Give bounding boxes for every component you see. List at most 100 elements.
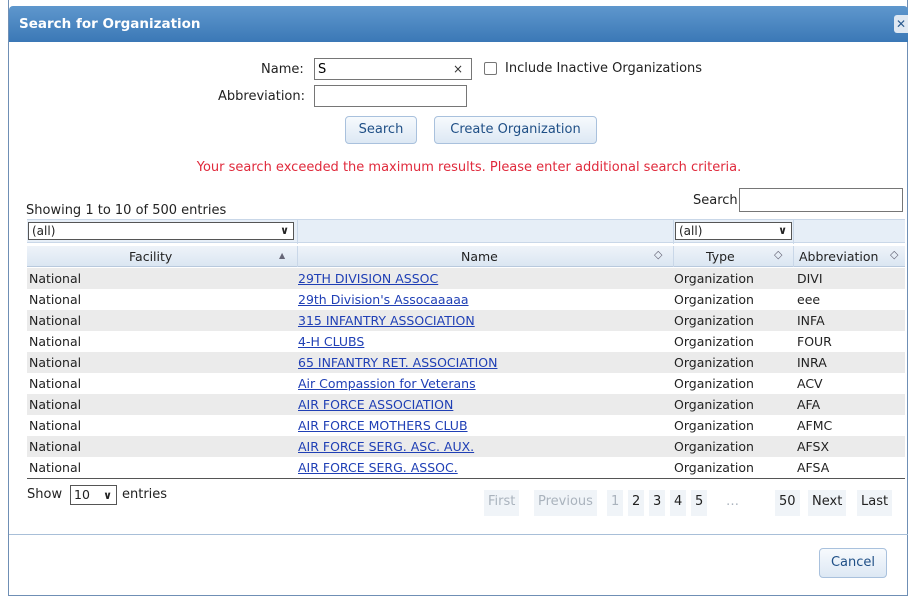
abbreviation-cell: FOUR <box>797 334 832 349</box>
type-cell: Organization <box>674 376 754 391</box>
search-organization-dialog: Search for Organization ✕ Name: × Includ… <box>8 0 908 596</box>
cancel-button[interactable]: Cancel <box>819 548 887 578</box>
table-row: National AIR FORCE SERG. ASSOC. Organizati… <box>27 457 905 478</box>
facility-cell: National <box>29 355 82 370</box>
name-label: Name: <box>261 62 304 77</box>
error-message: Your search exceeded the maximum results… <box>196 160 742 175</box>
column-header-facility[interactable]: Facility <box>129 249 172 264</box>
sort-both-icon[interactable]: ◇ <box>890 248 898 261</box>
organization-name-link[interactable]: 29TH DIVISION ASSOC <box>298 271 438 286</box>
column-header-abbreviation[interactable]: Abbreviation <box>799 249 878 264</box>
first-page-button[interactable]: First <box>484 490 520 516</box>
filter-divider <box>793 220 794 244</box>
filter-row: (all) ∨ (all) ∨ <box>27 219 905 244</box>
organization-name-link[interactable]: AIR FORCE MOTHERS CLUB <box>298 418 468 433</box>
previous-page-button[interactable]: Previous <box>534 490 597 516</box>
facility-cell: National <box>29 418 82 433</box>
page-button-1[interactable]: 1 <box>607 490 624 516</box>
facility-cell: National <box>29 397 82 412</box>
facility-filter-select[interactable]: (all) ∨ <box>28 222 294 240</box>
type-filter-value: (all) <box>679 224 703 238</box>
last-page-button[interactable]: Last <box>857 490 893 516</box>
header-divider <box>673 246 674 267</box>
type-cell: Organization <box>674 355 754 370</box>
facility-cell: National <box>29 376 82 391</box>
type-cell: Organization <box>674 334 754 349</box>
abbreviation-cell: AFA <box>797 397 821 412</box>
page-button-50[interactable]: 50 <box>775 490 800 516</box>
organization-name-link[interactable]: 315 INFANTRY ASSOCIATION <box>298 313 475 328</box>
include-inactive-checkbox[interactable] <box>484 62 497 75</box>
close-icon[interactable]: ✕ <box>894 15 908 33</box>
page-button-2[interactable]: 2 <box>628 490 645 516</box>
organization-name-link[interactable]: AIR FORCE ASSOCIATION <box>298 397 453 412</box>
type-cell: Organization <box>674 313 754 328</box>
abbreviation-cell: AFSA <box>797 460 830 475</box>
abbreviation-cell: INRA <box>797 355 827 370</box>
page-button-4[interactable]: 4 <box>670 490 687 516</box>
facility-cell: National <box>29 313 82 328</box>
dialog-title: Search for Organization <box>19 16 201 32</box>
organization-name-link[interactable]: Air Compassion for Veterans <box>298 376 476 391</box>
chevron-down-icon: ∨ <box>103 489 112 502</box>
filter-divider <box>297 220 298 244</box>
table-row: National AIR FORCE SERG. ASC. AUX. Organiz… <box>27 436 905 457</box>
abbreviation-input[interactable] <box>314 85 467 107</box>
table-search-input[interactable] <box>739 188 903 212</box>
sort-both-icon[interactable]: ◇ <box>774 248 782 261</box>
table-bottom-border <box>27 478 905 479</box>
footer-divider <box>9 534 908 535</box>
table-row: National 315 INFANTRY ASSOCIATION Organiza… <box>27 310 905 331</box>
type-filter-select[interactable]: (all) ∨ <box>675 222 792 240</box>
table-header: Facility ▲ Name ◇ Type ◇ Abbreviation ◇ <box>27 246 905 267</box>
table-row: National 29TH DIVISION ASSOC Organization D… <box>27 268 905 289</box>
facility-cell: National <box>29 460 82 475</box>
page-length-select[interactable]: 10 ∨ <box>70 485 117 505</box>
organization-name-link[interactable]: 4-H CLUBS <box>298 334 364 349</box>
facility-filter-value: (all) <box>32 224 56 238</box>
header-divider <box>793 246 794 267</box>
sort-asc-icon[interactable]: ▲ <box>279 251 285 260</box>
organization-name-link[interactable]: AIR FORCE SERG. ASC. AUX. <box>298 439 474 454</box>
table-search-label: Search: <box>693 193 743 208</box>
abbreviation-cell: AFSX <box>797 439 830 454</box>
clear-name-icon[interactable]: × <box>453 62 463 76</box>
facility-cell: National <box>29 271 82 286</box>
column-header-type[interactable]: Type <box>706 249 735 264</box>
table-row: National 65 INFANTRY RET. ASSOCIATION Orga… <box>27 352 905 373</box>
type-cell: Organization <box>674 418 754 433</box>
table-body: National 29TH DIVISION ASSOC Organization D… <box>27 268 905 478</box>
abbreviation-cell: ACV <box>797 376 823 391</box>
page-button-3[interactable]: 3 <box>649 490 666 516</box>
search-button[interactable]: Search <box>345 116 417 144</box>
dialog-titlebar[interactable]: Search for Organization ✕ <box>9 6 908 42</box>
organization-name-link[interactable]: AIR FORCE SERG. ASSOC. <box>298 460 458 475</box>
type-cell: Organization <box>674 397 754 412</box>
abbreviation-cell: AFMC <box>797 418 833 433</box>
name-input[interactable] <box>314 58 472 80</box>
table-row: National 4-H CLUBS Organization FOUR <box>27 331 905 352</box>
sort-both-icon[interactable]: ◇ <box>654 248 662 261</box>
page-button-5[interactable]: 5 <box>691 490 708 516</box>
next-page-button[interactable]: Next <box>808 490 847 516</box>
organization-name-link[interactable]: 29th Division's Assocaaaaa <box>298 292 469 307</box>
column-header-name[interactable]: Name <box>461 249 498 264</box>
abbreviation-label: Abbreviation: <box>218 89 306 104</box>
type-cell: Organization <box>674 439 754 454</box>
table-row: National AIR FORCE ASSOCIATION Organizatio… <box>27 394 905 415</box>
create-organization-button[interactable]: Create Organization <box>434 116 597 144</box>
abbreviation-cell: INFA <box>797 313 825 328</box>
chevron-down-icon: ∨ <box>280 224 289 237</box>
header-divider <box>297 246 298 267</box>
organization-name-link[interactable]: 65 INFANTRY RET. ASSOCIATION <box>298 355 497 370</box>
length-show-label: Show <box>27 487 63 502</box>
type-cell: Organization <box>674 271 754 286</box>
type-cell: Organization <box>674 292 754 307</box>
include-inactive-label: Include Inactive Organizations <box>505 61 703 76</box>
facility-cell: National <box>29 292 82 307</box>
facility-cell: National <box>29 439 82 454</box>
filter-divider <box>673 220 674 244</box>
page-length-value: 10 <box>74 487 90 502</box>
pagination-ellipsis: … <box>722 490 743 516</box>
length-entries-label: entries <box>122 487 168 502</box>
